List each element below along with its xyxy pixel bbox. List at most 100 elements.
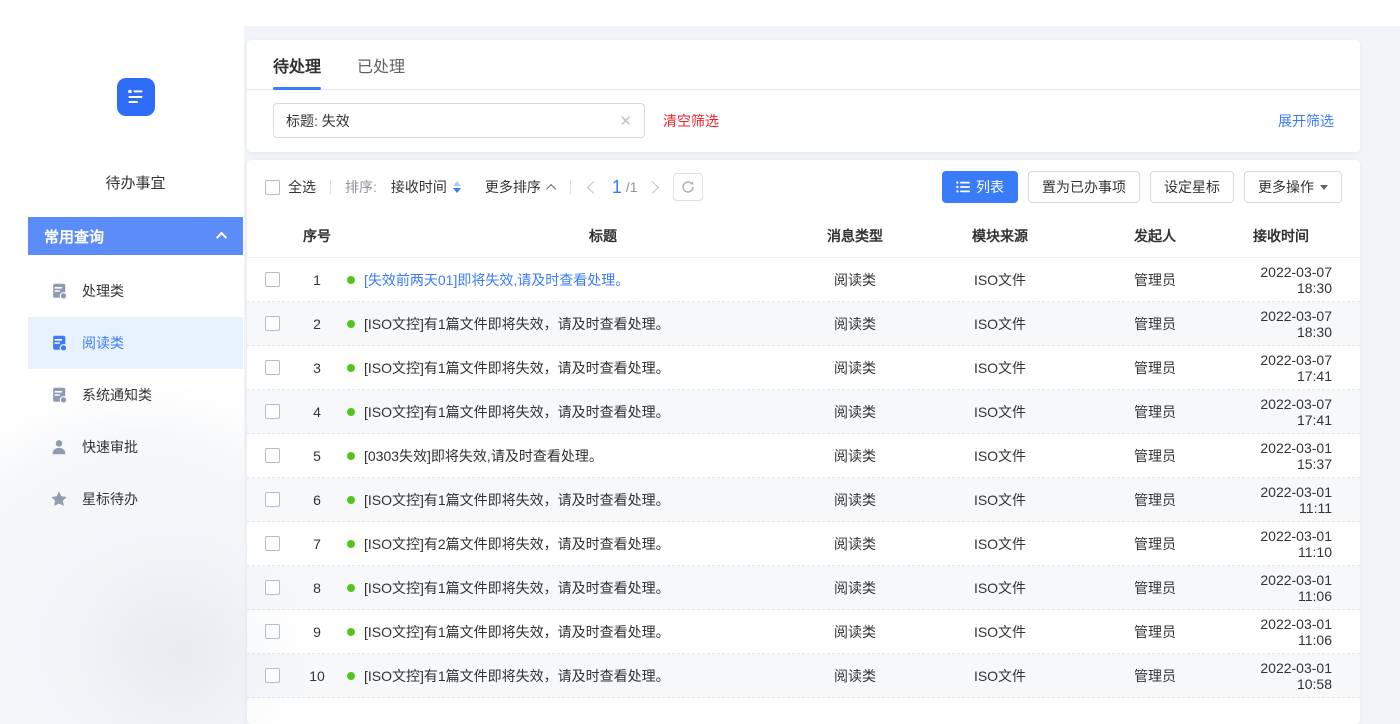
more-actions-button[interactable]: 更多操作 [1244,171,1342,203]
column-header-index: 序号 [295,226,339,246]
row-title-link[interactable]: [ISO文控]有2篇文件即将失效，请及时查看处理。 [364,534,670,554]
row-message-type: 阅读类 [790,270,920,290]
row-initiator: 管理员 [1080,578,1230,598]
column-header-title: 标题 [339,226,790,246]
unread-dot-icon [347,584,355,592]
sidebar-item-quick-approval[interactable]: 快速审批 [28,421,243,473]
row-receive-time: 2022-03-07 17:41 [1230,396,1342,428]
set-star-label: 设定星标 [1164,177,1220,197]
row-checkbox[interactable] [265,272,280,287]
next-page-button[interactable] [646,181,659,194]
row-index: 1 [295,272,339,288]
table-row: 6 [ISO文控]有1篇文件即将失效，请及时查看处理。 阅读类 ISO文件 管理… [247,478,1360,522]
tab-pending[interactable]: 待处理 [273,40,321,89]
unread-dot-icon [347,276,355,284]
list-icon [956,181,970,193]
sidebar-item-process[interactable]: 处理类 [28,265,243,317]
row-title-link[interactable]: [0303失效]即将失效,请及时查看处理。 [364,446,603,466]
set-star-button[interactable]: 设定星标 [1150,171,1234,203]
sidebar-group-common-queries[interactable]: 常用查询 [28,217,243,255]
sidebar-item-label: 星标待办 [82,489,138,509]
table-row: 4 [ISO文控]有1篇文件即将失效，请及时查看处理。 阅读类 ISO文件 管理… [247,390,1360,434]
todo-page: 待办事宜 常用查询 处理类 阅读类 系统通知类 快速审批 [0,0,1400,724]
sort-label: 排序: [345,177,377,197]
row-module-source: ISO文件 [920,358,1080,378]
row-title-link[interactable]: [ISO文控]有1篇文件即将失效，请及时查看处理。 [364,358,670,378]
sort-direction-icon [453,181,461,193]
more-sort-label: 更多排序 [485,177,541,197]
table-row: 9 [ISO文控]有1篇文件即将失效，请及时查看处理。 阅读类 ISO文件 管理… [247,610,1360,654]
row-initiator: 管理员 [1080,446,1230,466]
row-title-link[interactable]: [ISO文控]有1篇文件即将失效，请及时查看处理。 [364,314,670,334]
sort-field-label: 接收时间 [391,177,447,197]
sidebar-item-system-notice[interactable]: 系统通知类 [28,369,243,421]
column-header-module: 模块来源 [920,226,1080,246]
row-index: 5 [295,448,339,464]
sidebar-item-label: 快速审批 [82,437,138,457]
row-title-link[interactable]: [失效前两天01]即将失效,请及时查看处理。 [364,270,629,290]
row-receive-time: 2022-03-01 10:58 [1230,660,1342,692]
row-receive-time: 2022-03-07 18:30 [1230,264,1342,296]
row-message-type: 阅读类 [790,578,920,598]
refresh-button[interactable] [673,173,703,201]
row-title-link[interactable]: [ISO文控]有1篇文件即将失效，请及时查看处理。 [364,578,670,598]
row-checkbox[interactable] [265,668,280,683]
row-index: 8 [295,580,339,596]
chevron-down-icon [1320,185,1328,190]
row-checkbox[interactable] [265,404,280,419]
row-index: 3 [295,360,339,376]
row-message-type: 阅读类 [790,402,920,422]
row-initiator: 管理员 [1080,666,1230,686]
table-row: 1 [失效前两天01]即将失效,请及时查看处理。 阅读类 ISO文件 管理员 2… [247,258,1360,302]
prev-page-button[interactable] [587,181,600,194]
row-receive-time: 2022-03-01 15:37 [1230,440,1342,472]
row-checkbox[interactable] [265,536,280,551]
row-message-type: 阅读类 [790,490,920,510]
select-all-label: 全选 [288,177,316,197]
row-module-source: ISO文件 [920,402,1080,422]
more-sort-button[interactable]: 更多排序 [485,177,556,197]
row-checkbox[interactable] [265,448,280,463]
sidebar-item-starred[interactable]: 星标待办 [28,473,243,525]
table-row: 3 [ISO文控]有1篇文件即将失效，请及时查看处理。 阅读类 ISO文件 管理… [247,346,1360,390]
row-index: 2 [295,316,339,332]
title-filter-input[interactable]: 标题: 失效 ✕ [273,103,645,138]
sidebar-items: 处理类 阅读类 系统通知类 快速审批 星标待办 [28,255,243,525]
column-header-time: 接收时间 [1230,226,1342,246]
close-icon[interactable]: ✕ [619,112,632,130]
row-title-link[interactable]: [ISO文控]有1篇文件即将失效，请及时查看处理。 [364,622,670,642]
more-actions-label: 更多操作 [1258,177,1314,197]
row-checkbox[interactable] [265,580,280,595]
tab-processed[interactable]: 已处理 [357,40,405,89]
tab-pending-label: 待处理 [273,53,321,77]
row-title-link[interactable]: [ISO文控]有1篇文件即将失效，请及时查看处理。 [364,402,670,422]
mark-done-button[interactable]: 置为已办事项 [1028,171,1140,203]
sort-field-receive-time[interactable]: 接收时间 [391,177,461,197]
sidebar-item-read[interactable]: 阅读类 [28,317,243,369]
table-body: 1 [失效前两天01]即将失效,请及时查看处理。 阅读类 ISO文件 管理员 2… [247,258,1360,698]
expand-filter-link[interactable]: 展开筛选 [1278,111,1334,131]
row-checkbox[interactable] [265,624,280,639]
unread-dot-icon [347,672,355,680]
unread-dot-icon [347,496,355,504]
main-area: 待处理 已处理 标题: 失效 ✕ 清空筛选 展开筛选 全选 排 [244,26,1400,724]
clear-filter-link[interactable]: 清空筛选 [663,111,719,131]
unread-dot-icon [347,540,355,548]
row-message-type: 阅读类 [790,314,920,334]
row-checkbox[interactable] [265,360,280,375]
row-module-source: ISO文件 [920,446,1080,466]
select-all-checkbox[interactable] [265,180,280,195]
row-initiator: 管理员 [1080,358,1230,378]
row-checkbox[interactable] [265,492,280,507]
group-header-label: 常用查询 [44,226,104,247]
list-view-button[interactable]: 列表 [942,171,1018,203]
row-title-link[interactable]: [ISO文控]有1篇文件即将失效，请及时查看处理。 [364,490,670,510]
row-module-source: ISO文件 [920,622,1080,642]
row-index: 4 [295,404,339,420]
divider [330,180,331,194]
sidebar-item-label: 阅读类 [82,333,124,353]
refresh-icon [681,180,695,194]
row-receive-time: 2022-03-07 17:41 [1230,352,1342,384]
row-checkbox[interactable] [265,316,280,331]
row-title-link[interactable]: [ISO文控]有1篇文件即将失效，请及时查看处理。 [364,666,670,686]
